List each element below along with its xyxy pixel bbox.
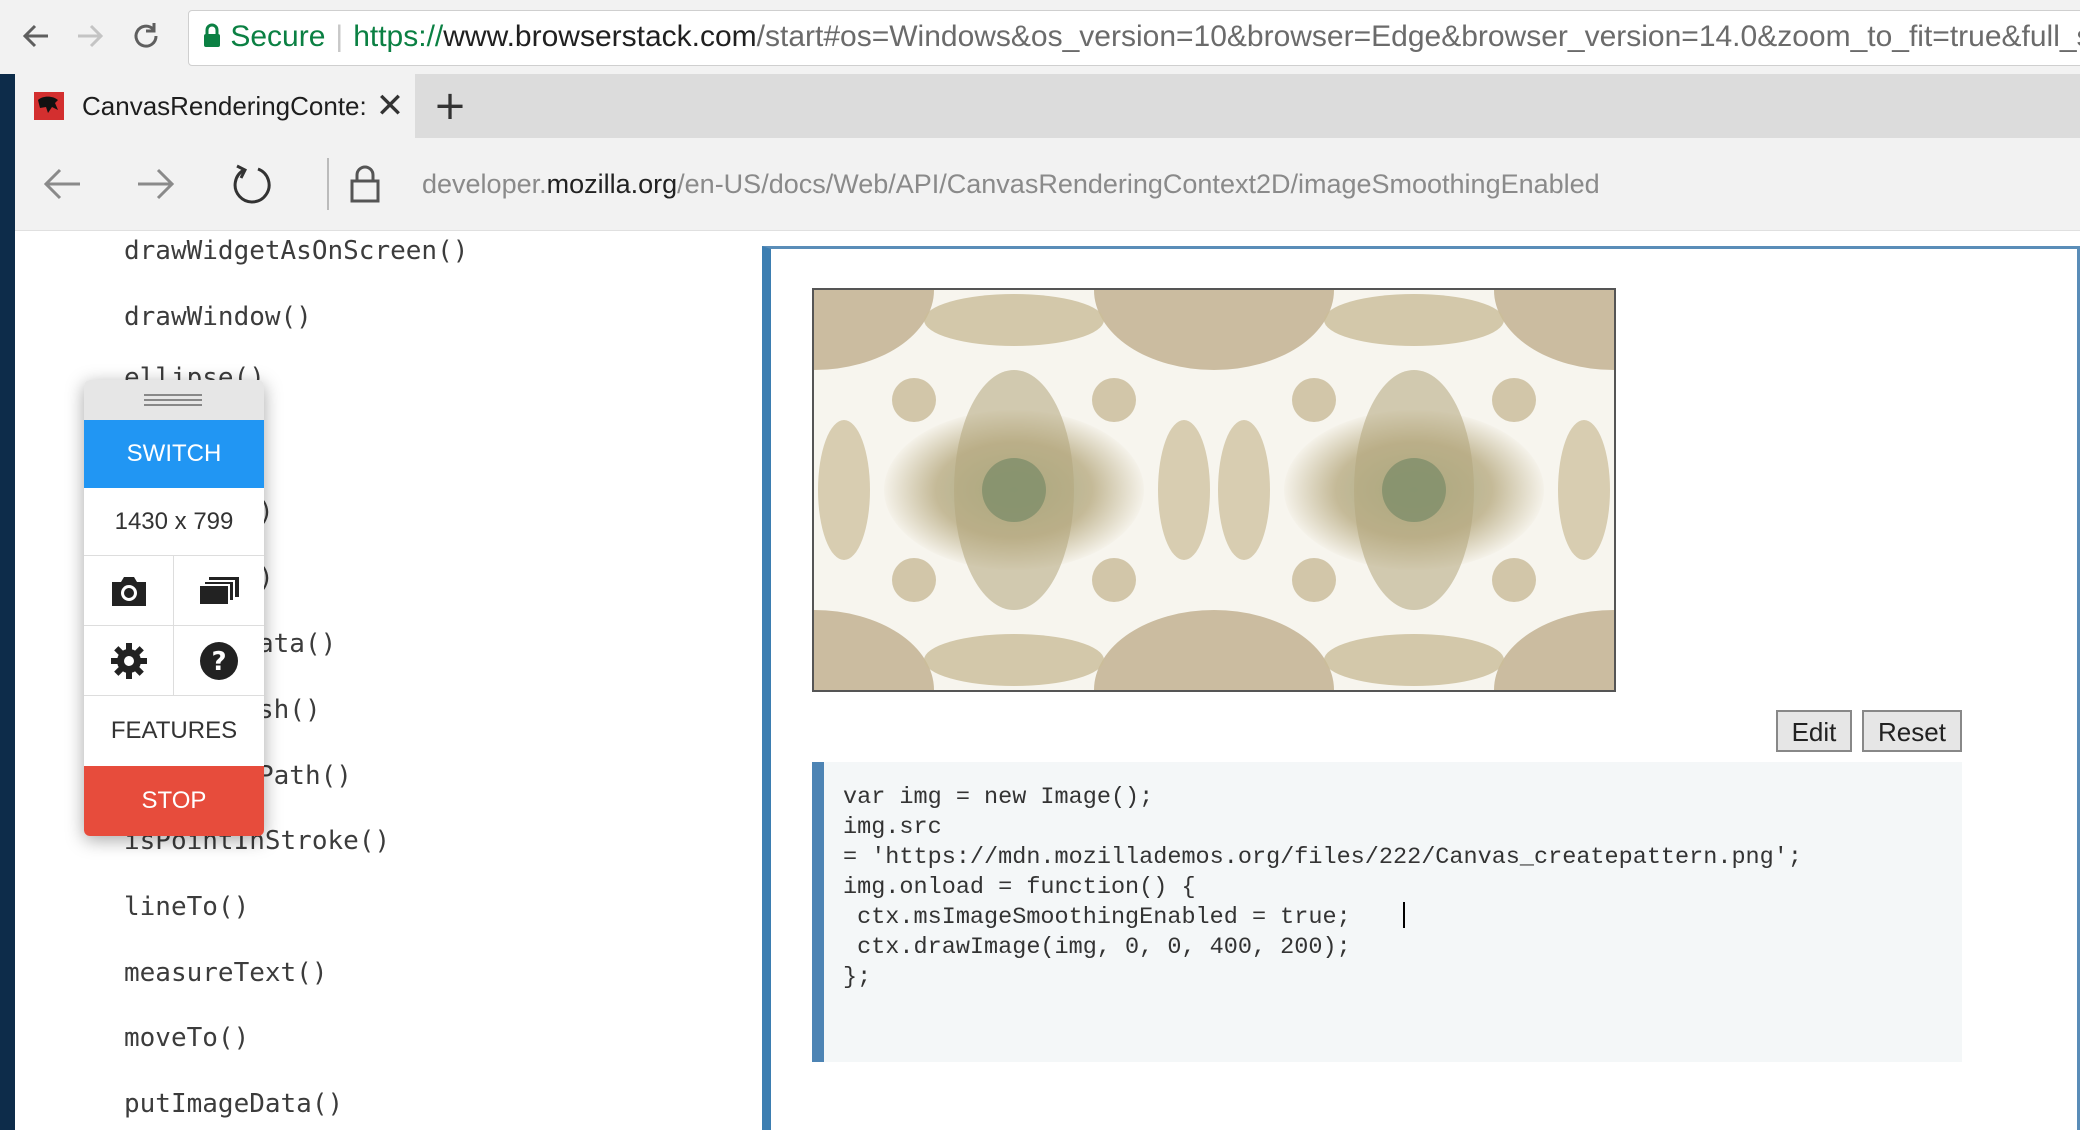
browserstack-toolbar: SWITCH 1430 x 799 ? FEATURES STOP (84, 380, 264, 836)
sidebar-link[interactable]: Path() (258, 761, 352, 791)
canvas-output (812, 288, 1616, 692)
code-line: img.src (843, 814, 942, 841)
url-scheme: https:// (353, 20, 444, 53)
damask-pattern-image (814, 290, 1614, 690)
svg-text:?: ? (211, 647, 226, 677)
code-line: ctx.drawImage(img, 0, 0, 400, 200); (843, 934, 1351, 961)
edge-back-button[interactable] (40, 162, 84, 206)
address-divider (327, 158, 329, 210)
screenshot-button[interactable] (84, 556, 174, 626)
sidebar-link[interactable]: moveTo() (124, 1023, 249, 1053)
resolution-button[interactable]: 1430 x 799 (84, 488, 264, 556)
back-arrow-icon (43, 168, 80, 200)
refresh-icon (233, 164, 271, 204)
code-line: img.onload = function() { (843, 874, 1196, 901)
tab-title: CanvasRenderingConte: (82, 91, 367, 121)
help-icon: ? (200, 641, 238, 680)
lock-icon (204, 23, 220, 47)
desktop-edge (0, 74, 15, 1130)
edge-url[interactable]: developer.mozilla.org/en-US/docs/Web/API… (422, 138, 1600, 230)
forward-arrow-icon (138, 168, 175, 200)
url-subdomain: developer. (422, 169, 547, 199)
url-path: /en-US/docs/Web/API/CanvasRenderingConte… (677, 169, 1600, 199)
drag-handle[interactable] (84, 380, 264, 420)
reload-button[interactable] (124, 14, 168, 58)
url-domain: mozilla.org (546, 169, 678, 199)
forward-button[interactable] (68, 14, 112, 58)
reset-button[interactable]: Reset (1862, 710, 1962, 752)
settings-button[interactable] (84, 626, 174, 696)
sidebar-link[interactable]: putImageData() (124, 1089, 343, 1119)
tab-close-icon[interactable]: ✕ (370, 86, 410, 126)
code-line: ctx.msImageSmoothingEnabled = true; (843, 904, 1351, 931)
sidebar-link[interactable]: measureText() (124, 958, 328, 988)
stop-button[interactable]: STOP (84, 766, 264, 836)
help-button[interactable]: ? (174, 626, 264, 696)
screens-button[interactable] (174, 556, 264, 626)
edit-button[interactable]: Edit (1776, 710, 1852, 752)
edge-forward-button[interactable] (134, 162, 178, 206)
forward-arrow-icon (78, 24, 104, 48)
text-cursor (1403, 902, 1405, 928)
features-button[interactable]: FEATURES (84, 696, 264, 766)
back-arrow-icon (22, 24, 48, 48)
edge-refresh-button[interactable] (228, 160, 276, 208)
sidebar-link[interactable]: lineTo() (124, 892, 249, 922)
gear-icon (110, 642, 147, 679)
code-line: var img = new Image(); (843, 784, 1154, 811)
camera-icon (111, 576, 146, 606)
sidebar-link[interactable]: drawWindow() (124, 302, 312, 332)
code-line: }; (843, 964, 872, 991)
mdn-favicon-icon (34, 92, 64, 120)
url-host: www.browserstack.com (443, 20, 757, 53)
code-line: = 'https://mdn.mozillademos.org/files/22… (843, 844, 1802, 871)
new-tab-button[interactable]: + (428, 84, 472, 128)
switch-button[interactable]: SWITCH (84, 420, 264, 488)
secure-label: Secure (230, 20, 326, 53)
sidebar-link[interactable]: drawWidgetAsOnScreen() (124, 236, 468, 266)
omnibox-divider: | (335, 20, 344, 53)
sidebar-link[interactable]: sh() (258, 695, 321, 725)
edge-lock-icon (350, 164, 380, 204)
sidebar-link[interactable]: ata() (258, 629, 336, 659)
reload-icon (134, 23, 158, 48)
screens-icon (198, 576, 239, 606)
back-button[interactable] (14, 14, 58, 58)
omnibox-text[interactable]: Secure | https://www.browserstack.com/star… (202, 10, 2080, 64)
url-path: /start#os=Windows&os_version=10&browser=… (756, 20, 2080, 53)
